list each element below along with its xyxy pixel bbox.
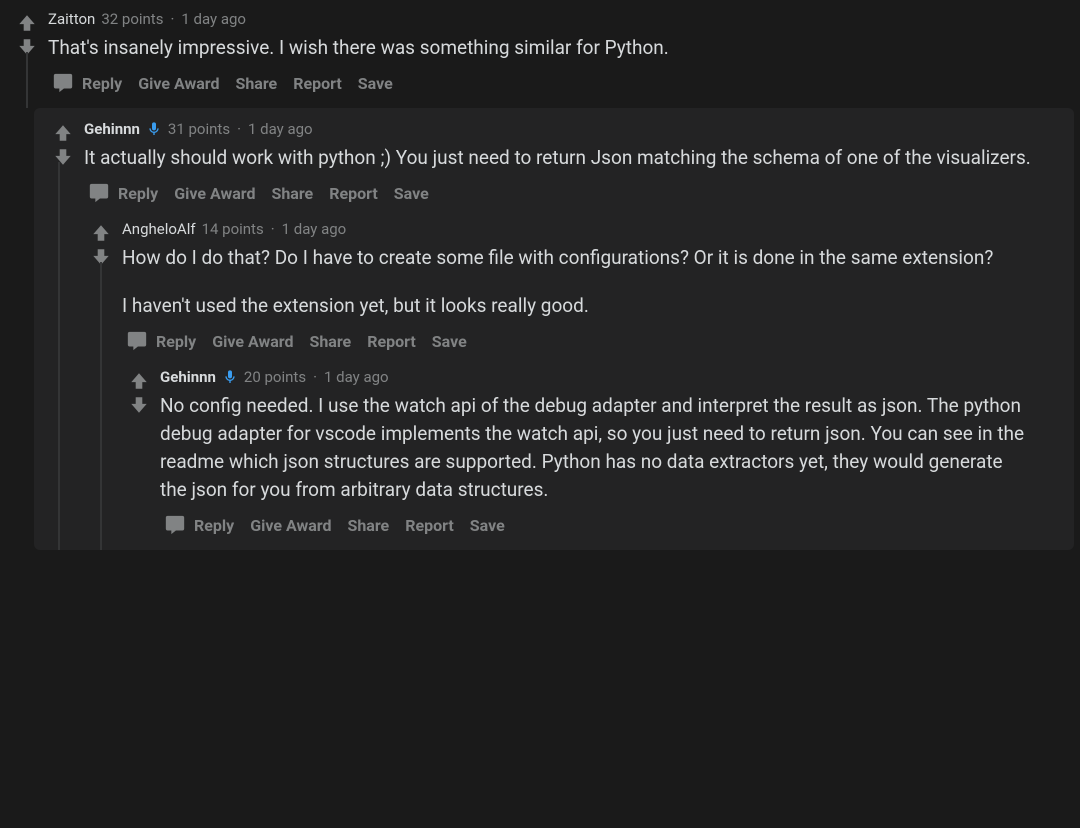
highlighted-reply-block: Gehinnn 31 points · 1 day ago It actuall… xyxy=(34,108,1074,550)
thread-line[interactable] xyxy=(100,262,102,550)
report-button[interactable]: Report xyxy=(329,184,378,203)
give-award-button[interactable]: Give Award xyxy=(250,516,331,535)
time-label: 1 day ago xyxy=(248,118,313,140)
comment-header: AngheloAlf 14 points · 1 day ago xyxy=(122,218,1046,240)
report-button[interactable]: Report xyxy=(367,332,416,351)
save-button[interactable]: Save xyxy=(470,516,505,535)
give-award-button[interactable]: Give Award xyxy=(212,332,293,351)
action-bar: Reply Give Award Share Report Save xyxy=(160,514,1032,550)
separator-dot: · xyxy=(270,218,276,240)
reply-label: Reply xyxy=(118,184,158,203)
separator-dot: · xyxy=(236,118,242,140)
reply-button[interactable]: Reply xyxy=(126,330,196,352)
upvote-icon[interactable] xyxy=(52,122,74,144)
comment: AngheloAlf 14 points · 1 day ago How do … xyxy=(76,218,1060,550)
upvote-icon[interactable] xyxy=(90,222,112,244)
action-bar: Reply Give Award Share Report Save xyxy=(84,182,1060,218)
author-link[interactable]: Gehinnn xyxy=(160,366,216,388)
reply-button[interactable]: Reply xyxy=(164,514,234,536)
reply-button[interactable]: Reply xyxy=(88,182,158,204)
share-button[interactable]: Share xyxy=(271,184,313,203)
time-label: 1 day ago xyxy=(181,8,246,30)
comment-thread: Zaitton 32 points · 1 day ago That's ins… xyxy=(0,0,1080,550)
share-button[interactable]: Share xyxy=(235,74,277,93)
comment-body: Gehinnn 20 points · 1 day ago No config … xyxy=(154,366,1046,550)
speech-bubble-icon xyxy=(88,182,110,204)
separator-dot: · xyxy=(169,8,175,30)
time-label: 1 day ago xyxy=(324,366,389,388)
comment-paragraph: It actually should work with python ;) Y… xyxy=(84,144,1060,172)
comment: Gehinnn 20 points · 1 day ago No config … xyxy=(114,366,1046,550)
points-label: 32 points xyxy=(101,8,163,30)
comment: Zaitton 32 points · 1 day ago That's ins… xyxy=(2,8,1080,108)
comment-text: No config needed. I use the watch api of… xyxy=(160,392,1032,504)
downvote-icon[interactable] xyxy=(52,146,74,168)
comment-header: Zaitton 32 points · 1 day ago xyxy=(48,8,1066,30)
save-button[interactable]: Save xyxy=(394,184,429,203)
comment-body: Zaitton 32 points · 1 day ago That's ins… xyxy=(42,8,1080,108)
action-bar: Reply Give Award Share Report Save xyxy=(48,72,1066,108)
give-award-button[interactable]: Give Award xyxy=(138,74,219,93)
reply-label: Reply xyxy=(82,74,122,93)
time-label: 1 day ago xyxy=(282,218,347,240)
points-label: 20 points xyxy=(244,366,306,388)
comment-paragraph: That's insanely impressive. I wish there… xyxy=(48,34,1066,62)
author-link[interactable]: Zaitton xyxy=(48,8,95,30)
comment: Gehinnn 31 points · 1 day ago It actuall… xyxy=(34,118,1074,550)
report-button[interactable]: Report xyxy=(405,516,454,535)
action-bar: Reply Give Award Share Report Save xyxy=(122,330,1046,366)
separator-dot: · xyxy=(312,366,318,388)
comment-text: How do I do that? Do I have to create so… xyxy=(122,244,1046,320)
thread-line[interactable] xyxy=(58,162,60,550)
reply-label: Reply xyxy=(156,332,196,351)
comment-body: Gehinnn 31 points · 1 day ago It actuall… xyxy=(78,118,1074,550)
comment-text: That's insanely impressive. I wish there… xyxy=(48,34,1066,62)
share-button[interactable]: Share xyxy=(309,332,351,351)
thread-line[interactable] xyxy=(26,52,28,108)
save-button[interactable]: Save xyxy=(432,332,467,351)
points-label: 31 points xyxy=(168,118,230,140)
child-comments: AngheloAlf 14 points · 1 day ago How do … xyxy=(48,218,1060,550)
reply-label: Reply xyxy=(194,516,234,535)
comment-text: It actually should work with python ;) Y… xyxy=(84,144,1060,172)
comment-body: AngheloAlf 14 points · 1 day ago How do … xyxy=(116,218,1060,550)
report-button[interactable]: Report xyxy=(293,74,342,93)
microphone-icon xyxy=(146,121,162,137)
give-award-button[interactable]: Give Award xyxy=(174,184,255,203)
comment-paragraph: No config needed. I use the watch api of… xyxy=(160,392,1032,504)
speech-bubble-icon xyxy=(126,330,148,352)
comment-paragraph: How do I do that? Do I have to create so… xyxy=(122,244,1046,272)
author-link[interactable]: Gehinnn xyxy=(84,118,140,140)
comment-paragraph: I haven't used the extension yet, but it… xyxy=(122,292,1046,320)
upvote-icon[interactable] xyxy=(128,370,150,392)
comment-header: Gehinnn 20 points · 1 day ago xyxy=(160,366,1032,388)
upvote-icon[interactable] xyxy=(16,12,38,34)
author-link[interactable]: AngheloAlf xyxy=(122,218,196,240)
speech-bubble-icon xyxy=(52,72,74,94)
child-comments: Gehinnn 20 points · 1 day ago No config … xyxy=(86,366,1046,550)
comment-header: Gehinnn 31 points · 1 day ago xyxy=(84,118,1060,140)
reply-button[interactable]: Reply xyxy=(52,72,122,94)
points-label: 14 points xyxy=(202,218,264,240)
microphone-icon xyxy=(222,369,238,385)
speech-bubble-icon xyxy=(164,514,186,536)
share-button[interactable]: Share xyxy=(347,516,389,535)
save-button[interactable]: Save xyxy=(358,74,393,93)
downvote-icon[interactable] xyxy=(128,394,150,416)
vote-column xyxy=(124,366,154,550)
